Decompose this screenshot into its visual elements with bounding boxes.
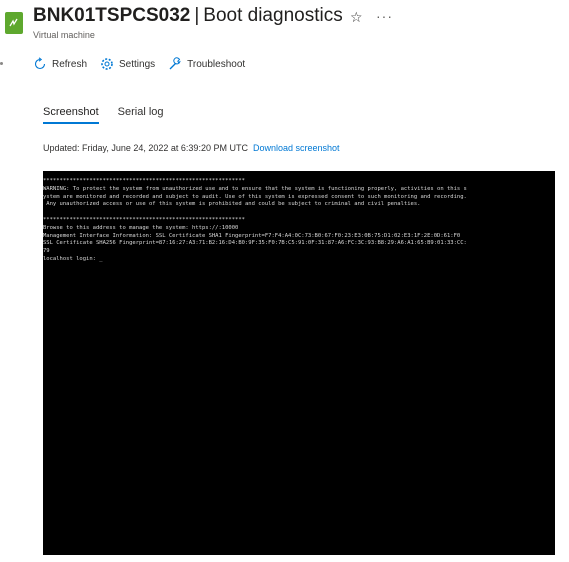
title-separator: | [194,5,200,26]
boot-screenshot: ****************************************… [43,171,555,555]
download-screenshot-link[interactable]: Download screenshot [253,143,340,153]
resource-type: Virtual machine [33,30,95,40]
console-line: Browse to this address to manage the sys… [43,224,239,231]
blade-title: Boot diagnostics [203,5,343,26]
page-title: BNK01TSPCS032 | Boot diagnostics [33,5,343,27]
more-icon[interactable]: ··· [376,8,393,24]
console-line: Management Interface Information: SSL Ce… [43,232,461,239]
settings-button[interactable]: Settings [100,57,155,71]
tab-screenshot[interactable]: Screenshot [43,106,99,124]
troubleshoot-label: Troubleshoot [187,58,246,70]
gear-icon [101,58,113,70]
command-bar: Refresh Settings Troubleshoot [33,55,258,73]
refresh-icon [34,57,46,70]
updated-row: Updated: Friday, June 24, 2022 at 6:39:2… [43,143,340,153]
vm-name: BNK01TSPCS032 [33,5,191,26]
console-line: 79 [43,248,50,255]
virtual-machine-icon [5,12,23,34]
settings-label: Settings [119,58,156,70]
console-line: WARNING: To protect the system from unau… [43,185,467,192]
console-line: ****************************************… [43,216,245,223]
refresh-button[interactable]: Refresh [33,57,87,71]
console-line: ystem are monitored and recorded and sub… [43,193,467,200]
console-line: SSL Certificate SHA256 Fingerprint=87:16… [43,240,467,247]
troubleshoot-button[interactable]: Troubleshoot [168,57,245,71]
updated-text: Updated: Friday, June 24, 2022 at 6:39:2… [43,143,248,153]
console-line: ****************************************… [43,178,245,184]
console-line: localhost login: _ [43,255,103,262]
star-icon[interactable]: ☆ [350,9,363,26]
console-line: Any unauthorized access or use of this s… [46,201,421,208]
tab-serial-log[interactable]: Serial log [118,106,164,124]
tab-strip: Screenshot Serial log [43,106,183,124]
console-output: ****************************************… [43,171,555,264]
collapse-handle[interactable] [0,62,3,65]
wrench-icon [169,57,181,70]
refresh-label: Refresh [52,58,88,70]
